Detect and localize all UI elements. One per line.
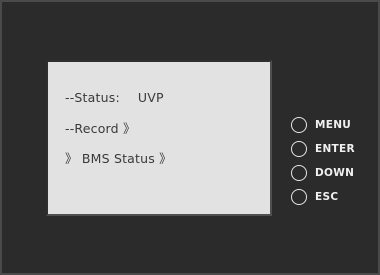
status-line: --Status: UVP <box>65 90 164 105</box>
lcd-screen: --Status: UVP --Record 》 》 BMS Status 》 <box>46 60 272 216</box>
circle-button-icon[interactable] <box>291 189 307 205</box>
device-panel: --Status: UVP --Record 》 》 BMS Status 》 M… <box>0 0 380 275</box>
control-buttons: MENU ENTER DOWN ESC <box>291 116 376 212</box>
menu-button-label: MENU <box>315 119 352 131</box>
circle-button-icon[interactable] <box>291 165 307 181</box>
down-button-label: DOWN <box>315 167 355 179</box>
status-label: --Status: <box>65 90 120 105</box>
down-button[interactable]: DOWN <box>291 164 376 182</box>
circle-button-icon[interactable] <box>291 141 307 157</box>
enter-button[interactable]: ENTER <box>291 140 376 158</box>
menu-item-bms-status[interactable]: 》 BMS Status 》 <box>65 148 172 167</box>
enter-button-label: ENTER <box>315 143 355 155</box>
circle-button-icon[interactable] <box>291 117 307 133</box>
esc-button[interactable]: ESC <box>291 188 376 206</box>
menu-button[interactable]: MENU <box>291 116 376 134</box>
esc-button-label: ESC <box>315 191 339 203</box>
menu-item-record[interactable]: --Record 》 <box>65 118 136 137</box>
status-value: UVP <box>137 90 164 105</box>
